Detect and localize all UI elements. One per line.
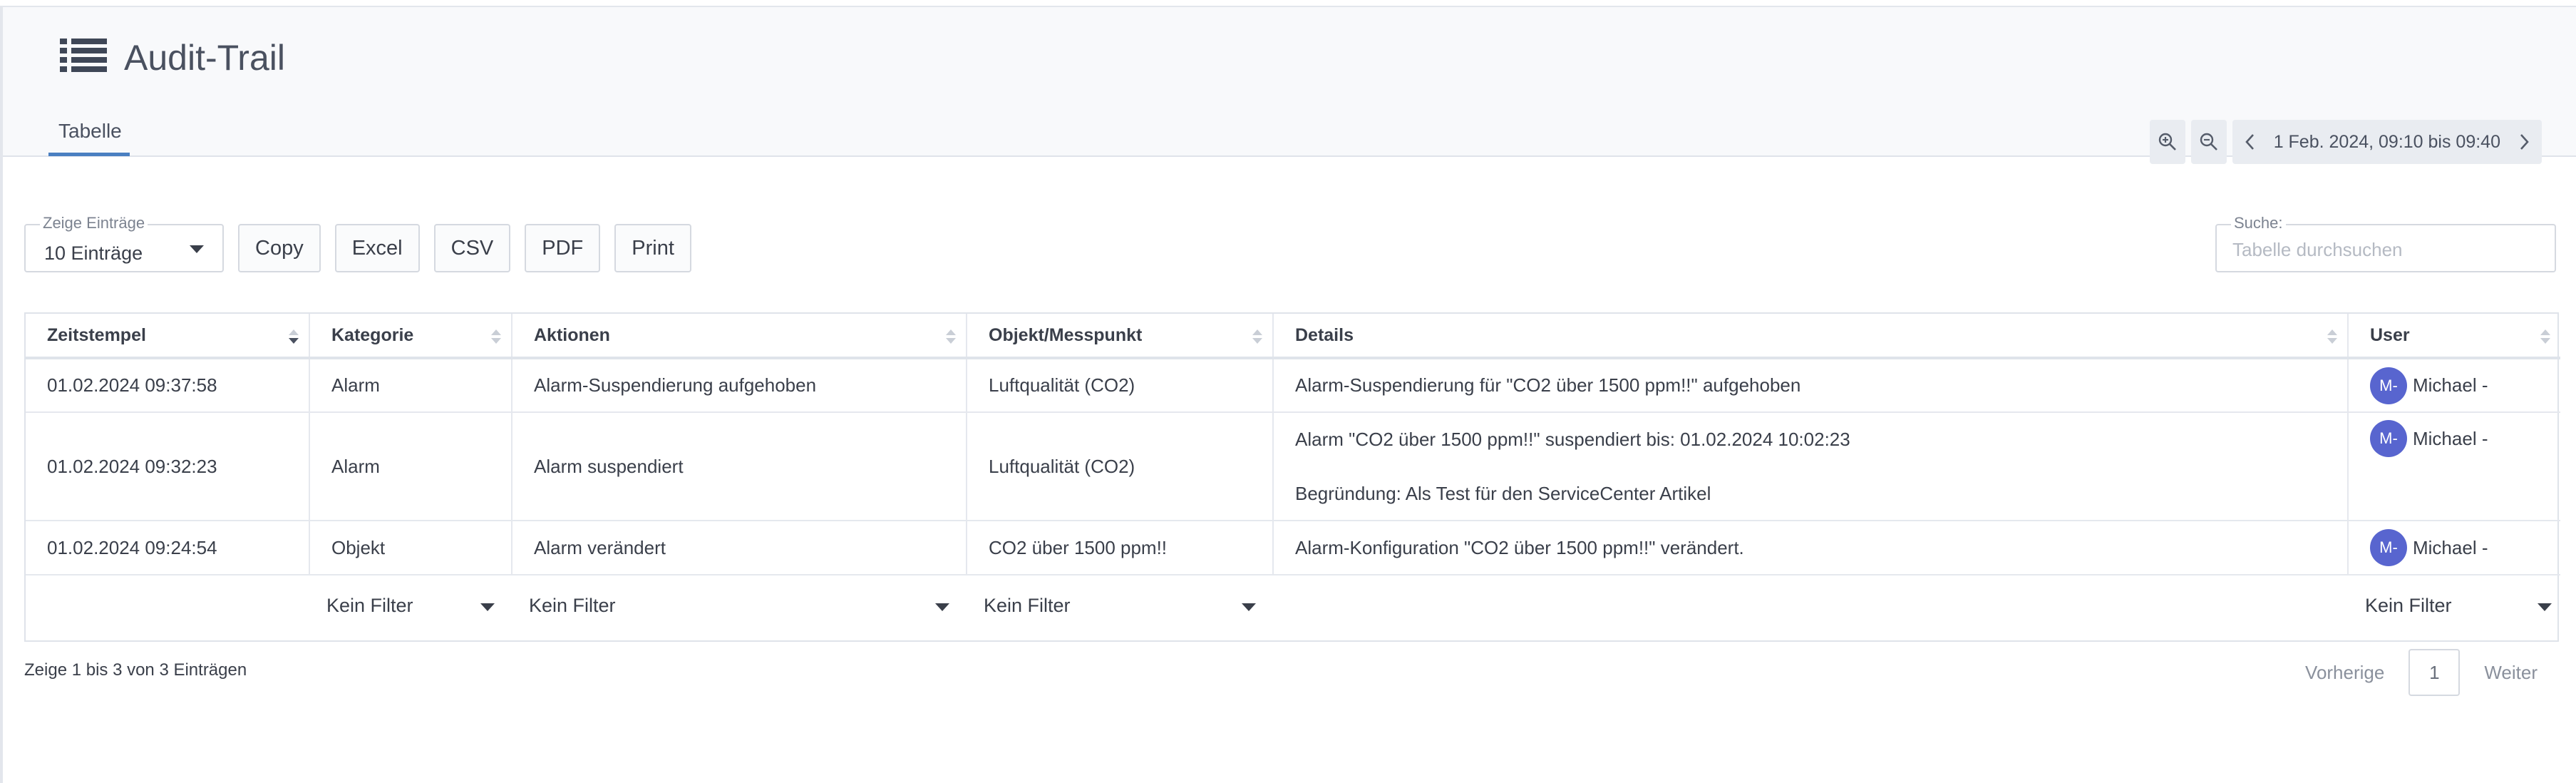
filter-user[interactable]: Kein Filter [2348,575,2560,636]
cell-timestamp: 01.02.2024 09:32:23 [26,412,310,521]
entries-legend: Zeige Einträge [40,214,148,232]
avatar[interactable]: M- [2370,529,2407,566]
column-header-details[interactable]: Details [1273,314,2349,359]
cell-details: Alarm-Konfiguration "CO2 über 1500 ppm!!… [1273,521,2349,575]
zoom-in-icon [2158,133,2176,150]
time-range-group: 1 Feb. 2024, 09:10 bis 09:40 [2232,120,2542,164]
caret-down-icon [935,603,949,611]
pagination: Vorherige 1 Weiter [2295,649,2547,696]
header: Audit-Trail Tabelle 1 Feb. 2024, 09:10 b… [3,7,2576,164]
cell-timestamp: 01.02.2024 09:24:54 [26,521,310,575]
next-page-button[interactable]: Weiter [2474,662,2547,684]
cell-category: Alarm [309,358,512,413]
column-header-kategorie[interactable]: Kategorie [309,314,512,359]
caret-down-icon [480,603,495,611]
sort-icon [289,329,299,345]
caret-down-icon [2538,603,2552,611]
cell-details: Alarm "CO2 über 1500 ppm!!" suspendiert … [1273,412,2349,521]
audit-table: Zeitstempel Kategorie Aktionen Objekt/Me… [24,312,2560,642]
table-header-row: Zeitstempel Kategorie Aktionen Objekt/Me… [26,314,2560,359]
sort-icon [946,329,956,345]
user-name: Michael - [2413,374,2488,396]
cell-details: Alarm-Suspendierung für "CO2 über 1500 p… [1273,358,2349,413]
column-header-objekt[interactable]: Objekt/Messpunkt [967,314,1274,359]
cell-category: Objekt [309,521,512,575]
time-toolbar: 1 Feb. 2024, 09:10 bis 09:40 [2149,120,2542,164]
column-header-zeitstempel[interactable]: Zeitstempel [26,314,310,359]
page: Audit-Trail Tabelle 1 Feb. 2024, 09:10 b… [0,6,2576,783]
sort-icon [491,329,501,345]
details-line: Alarm "CO2 über 1500 ppm!!" suspendiert … [1295,429,1850,450]
cell-timestamp: 01.02.2024 09:37:58 [26,358,310,413]
zoom-in-button[interactable] [2149,120,2185,164]
search-legend: Suche: [2231,214,2286,232]
cell-action: Alarm verändert [512,521,967,575]
page-title: Audit-Trail [124,38,285,78]
excel-button[interactable]: Excel [334,224,420,272]
filter-cell-empty [26,575,309,636]
entries-select[interactable]: Zeige Einträge 10 Einträge [24,214,224,272]
cell-action: Alarm-Suspendierung aufgehoben [512,358,967,413]
sort-icon [2327,329,2337,345]
time-range-label[interactable]: 1 Feb. 2024, 09:10 bis 09:40 [2268,120,2506,164]
filter-row: Kein Filter Kein Filter Kein Filter Kein… [26,575,2560,636]
zoom-out-icon [2200,133,2217,150]
user-name: Michael - [2413,427,2488,449]
column-header-aktionen[interactable]: Aktionen [512,314,967,359]
entries-value: 10 Einträge [44,242,143,264]
caret-down-icon [1242,603,1256,611]
print-button[interactable]: Print [614,224,691,272]
previous-range-button[interactable] [2232,120,2268,164]
sort-icon [2540,329,2550,345]
cell-object: Luftqualität (CO2) [967,358,1274,413]
cell-user: M- Michael - [2348,412,2560,521]
search-field: Suche: [2215,214,2556,272]
cell-action: Alarm suspendiert [512,412,967,521]
tab-tabelle[interactable]: Tabelle [48,120,132,157]
user-name: Michael - [2413,536,2488,558]
filter-kategorie[interactable]: Kein Filter [309,575,512,636]
chevron-left-icon [2245,134,2254,150]
avatar[interactable]: M- [2370,367,2407,404]
cell-object: Luftqualität (CO2) [967,412,1274,521]
chevron-right-icon [2520,134,2529,150]
csv-button[interactable]: CSV [433,224,511,272]
filter-aktionen[interactable]: Kein Filter [512,575,967,636]
column-header-user[interactable]: User [2348,314,2560,359]
filter-cell-empty [1273,575,2348,636]
tab-active-indicator [48,153,130,156]
list-icon [60,39,107,72]
search-input[interactable] [2232,237,2539,262]
avatar[interactable]: M- [2370,420,2407,457]
filter-objekt[interactable]: Kein Filter [967,575,1273,636]
previous-page-button[interactable]: Vorherige [2295,662,2394,684]
table-info: Zeige 1 bis 3 von 3 Einträgen [24,660,247,680]
pdf-button[interactable]: PDF [525,224,601,272]
zoom-out-button[interactable] [2190,120,2227,164]
table-row: 01.02.2024 09:24:54 Objekt Alarm verände… [26,521,2560,575]
caret-down-icon [190,245,204,253]
cell-user: M- Michael - [2348,521,2560,575]
copy-button[interactable]: Copy [238,224,321,272]
details-line: Begründung: Als Test für den ServiceCent… [1295,483,1711,504]
cell-user: M- Michael - [2348,358,2560,413]
cell-object: CO2 über 1500 ppm!! [967,521,1274,575]
export-buttons: Copy Excel CSV PDF Print [238,224,691,272]
table-row: 01.02.2024 09:32:23 Alarm Alarm suspendi… [26,412,2560,521]
next-range-button[interactable] [2506,120,2542,164]
cell-category: Alarm [309,412,512,521]
table-row: 01.02.2024 09:37:58 Alarm Alarm-Suspendi… [26,358,2560,413]
sort-icon [1252,329,1262,345]
page-number-button[interactable]: 1 [2408,649,2461,696]
